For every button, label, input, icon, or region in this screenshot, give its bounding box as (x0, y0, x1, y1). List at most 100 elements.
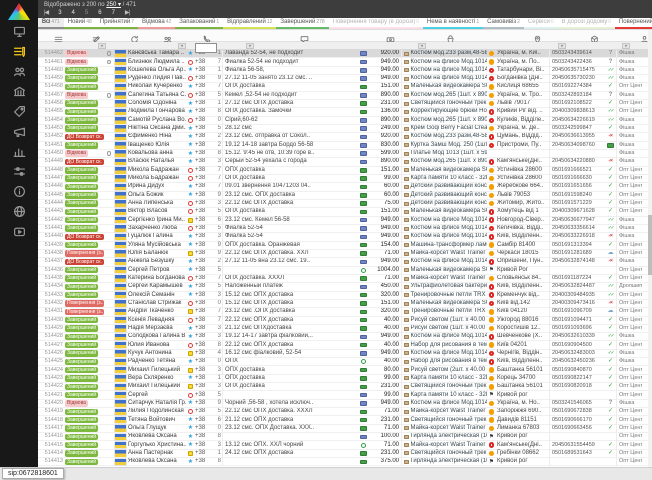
column-filter-dropdown[interactable]: ▾ (622, 43, 630, 49)
products-icon[interactable] (446, 31, 456, 41)
nav-video[interactable] (9, 226, 29, 242)
column-filter-dropdown[interactable]: ▾ (246, 43, 254, 49)
column-filter-dropdown[interactable]: ▾ (418, 43, 426, 49)
page-button-3[interactable]: 3 (58, 10, 61, 16)
tab-declined[interactable]: Відмова42 (138, 18, 175, 29)
ukrposhta-icon (489, 317, 495, 323)
comment: Кемел ,52-54 не подходит (222, 91, 358, 99)
tracking-number (549, 433, 605, 441)
clock-icon (105, 366, 113, 374)
product-cell: Корректирующие брюки Hollyw.. (401, 108, 487, 116)
address: Україна, м. Тро.. (496, 91, 549, 99)
nav-orders[interactable] (9, 46, 29, 62)
phone-number: +38 (195, 241, 213, 249)
nav-web[interactable] (9, 206, 29, 222)
source: Опт Центр (616, 100, 642, 108)
status-cell: Завершений (65, 291, 105, 299)
tab-out-of-stock[interactable]: Нема в наявності1 (423, 18, 483, 29)
page-button-6[interactable]: 6 (98, 10, 101, 16)
nav-info[interactable] (9, 186, 29, 202)
first-page-button[interactable]: |◀ (44, 9, 48, 16)
operator-cell: ★ (186, 241, 195, 249)
status-badge: Завершений (65, 184, 98, 191)
vertical-scrollbar[interactable] (648, 30, 652, 467)
tab-packed[interactable]: Запакований1 (175, 18, 223, 29)
scrollbar-thumb[interactable] (648, 215, 652, 275)
tab-returned[interactable]: Повернений (615, 18, 652, 29)
money-icon[interactable] (386, 31, 396, 41)
tab-accepted[interactable]: Прийнятий7 (96, 18, 138, 29)
tab-on-way-home[interactable]: В дорозі додому0 (558, 18, 615, 29)
tab-completed[interactable]: Завершений278 (276, 18, 328, 29)
last-page-button[interactable]: ▶| (125, 9, 129, 16)
nav-marketing[interactable] (9, 126, 29, 142)
country-flag (113, 141, 128, 149)
client-name: Ксенія Левадняя (128, 316, 186, 324)
track-status-cell: -× (605, 258, 616, 266)
tab-sent[interactable]: Відправлений12 (223, 18, 276, 29)
delivered-icon: ✓ (608, 275, 613, 282)
ukraine-flag-icon (115, 125, 126, 132)
product-cell: Костюм на флисе Мод.1014 (1ш.. (401, 216, 487, 224)
tab-services[interactable]: Сервіси0 (524, 18, 558, 29)
address: Кривой рог (496, 433, 549, 441)
nav-dashboard[interactable] (9, 26, 29, 42)
column-filter-dropdown[interactable]: ▾ (558, 43, 566, 49)
nav-products[interactable] (9, 106, 29, 122)
kyivstar-icon: ★ (188, 67, 193, 73)
column-filter-dropdown[interactable]: ▾ (98, 43, 106, 49)
tab-pickup[interactable]: Самовивіз2 (483, 18, 524, 29)
tab-new[interactable]: Новий48 (64, 18, 96, 29)
carrier-cell (487, 216, 496, 224)
rows-icon[interactable] (54, 31, 64, 41)
phone-number: +38 (195, 333, 213, 341)
nav-settings[interactable] (9, 166, 29, 182)
lifecell-icon (188, 309, 193, 314)
order-id: 514455 (41, 108, 65, 116)
operator-cell (186, 208, 195, 216)
nav-clients[interactable] (9, 66, 29, 82)
product-name: Костюм мод.233 разм,48-58 (1 .. (411, 133, 488, 140)
cod-payment-icon (360, 351, 367, 356)
status-cell: Завершений (65, 333, 105, 341)
page-button-4[interactable]: 4 (72, 10, 75, 16)
phone-icon[interactable] (202, 31, 212, 41)
column-filter-dropdown[interactable]: ▾ (178, 43, 186, 49)
refresh-icon[interactable] (130, 31, 140, 41)
country-flag (113, 283, 128, 291)
nav-companies[interactable] (9, 86, 29, 102)
info-icon (13, 185, 26, 203)
price: 60.00 (368, 191, 401, 199)
delivered-icon: ✓ (608, 175, 613, 182)
nav-statistics[interactable] (9, 146, 29, 162)
page-button-5[interactable]: 5 (85, 10, 88, 16)
table-row[interactable]: 514413ЗавершенийЯковлева Оксана★+388375.… (38, 458, 648, 466)
product-cell: Детский развивающий констру.. (401, 191, 487, 199)
address: Новгород-Сівер.. (496, 216, 549, 224)
product-cell: Рисуй светом (1шт. х 40.00 = 40.. (401, 316, 487, 324)
operator-cell (186, 366, 195, 374)
tab-return-transit[interactable]: Повернення товару (в дорозі)0 (329, 18, 423, 29)
kyivstar-icon: ★ (188, 400, 193, 406)
phone-filter-input[interactable] (195, 43, 217, 53)
source: Дропшипп (616, 283, 642, 291)
payment-cell (358, 258, 368, 266)
page-size-dropdown[interactable]: 250 ▾ (106, 2, 121, 8)
kyivstar-icon: ★ (188, 459, 193, 465)
product-box-icon (404, 368, 409, 372)
status-icon[interactable] (92, 31, 102, 41)
carrier-cell (487, 291, 496, 299)
address-icon[interactable] (533, 31, 543, 41)
comment-icon[interactable] (300, 31, 310, 41)
order-id: 514461 (41, 58, 65, 66)
clients-icon[interactable] (163, 31, 173, 41)
status-badge: Завершений (65, 434, 98, 441)
received-icon: ✓✓ (608, 333, 613, 340)
page-button-7[interactable]: 7 (112, 10, 115, 16)
app-logo-icon[interactable] (8, 3, 30, 20)
tracking-icon[interactable] (590, 31, 600, 41)
tab-all[interactable]: Всі471 (38, 18, 64, 29)
order-id: 514430 (41, 316, 65, 324)
source: Фішка (616, 333, 642, 341)
comment: 27.12 11-05 занято 23.12 смс. .. (222, 75, 358, 83)
